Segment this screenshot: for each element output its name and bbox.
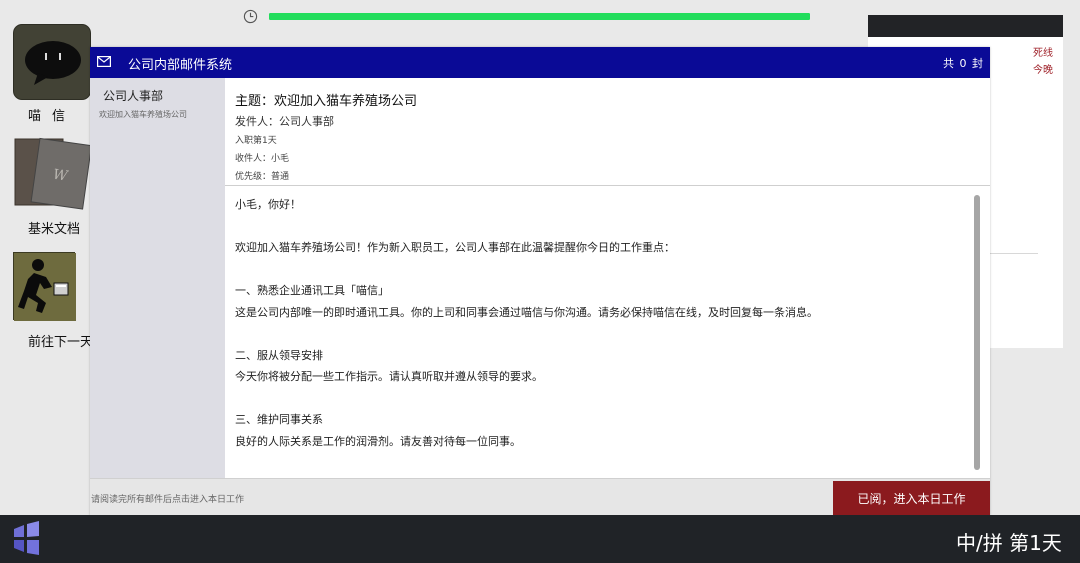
mail-count: 共 0 封 [943, 57, 984, 70]
mail-body-line: 良好的人际关系是工作的润滑剂。请友善对待每一位同事。 [235, 434, 521, 448]
divider [990, 253, 1038, 254]
documents-icon: W [13, 136, 93, 210]
taskbar: 中/拼 第1天 [0, 515, 1080, 563]
mail-header: 主题：欢迎加入猫车养殖场公司 发件人：公司人事部 入职第1天 收件人：小毛 优先… [225, 78, 990, 186]
day-indicator: 第1天 [1009, 531, 1062, 555]
mail-body-line [235, 326, 965, 348]
desktop-icon-label: 喵信 [28, 109, 77, 124]
mail-body-line [235, 262, 965, 284]
background-window-deadline: 死线 今晚 [1030, 45, 1056, 79]
mail-body-scrollbar[interactable] [974, 195, 980, 470]
deadline-value: 今晚 [1033, 65, 1053, 76]
mail-body-line: 这是公司内部唯一的即时通讯工具。你的上司和同事会通过喵信与你沟通。请务必保持喵信… [235, 305, 818, 319]
mail-footer-hint: 请阅读完所有邮件后点击进入本日工作 [91, 495, 245, 505]
mail-body-line: 三、维护同事关系 [235, 413, 323, 426]
enter-workday-button[interactable]: 已阅，进入本日工作 [833, 481, 990, 517]
desktop-icon-jimi-docs[interactable]: W 基米文档 [13, 136, 93, 237]
clock-icon [243, 9, 258, 24]
mail-from: 发件人：公司人事部 [235, 115, 334, 128]
timer-progress-fill [269, 13, 810, 20]
mail-list-item[interactable]: 公司人事部 欢迎加入猫车养殖场公司 [90, 78, 225, 128]
mail-body-line: 二、服从领导安排 [235, 348, 323, 362]
timer-progress-bar [269, 13, 810, 20]
mail-body-line [235, 391, 965, 413]
mail-list-preview: 欢迎加入猫车养殖场公司 [99, 110, 187, 119]
mail-body-content: 小毛，你好！ 欢迎加入猫车养殖场公司！作为新入职员工，公司人事部在此温馨提醒你今日… [235, 197, 965, 455]
envelope-icon [97, 56, 111, 67]
mail-list-sender: 公司人事部 [103, 89, 164, 103]
desktop-icon-miaoxin[interactable]: 喵信 [13, 24, 91, 134]
ime-indicator[interactable]: 中/拼 [956, 531, 1003, 555]
mail-body-line: 欢迎加入猫车养殖场公司！作为新入职员工，公司人事部在此温馨提醒你今日的工作重点： [235, 241, 675, 254]
start-menu-icon[interactable] [10, 521, 42, 555]
desktop-icon-label: 基米文档 [28, 222, 81, 237]
desktop-icon-next-day[interactable]: 前往下一天 [13, 252, 94, 350]
mail-window-title: 公司内部邮件系统 [128, 58, 233, 73]
mail-window: 公司内部邮件系统 共 0 封 公司人事部 欢迎加入猫车养殖场公司 主题：欢迎加入… [90, 47, 990, 517]
background-window-titlebar[interactable] [868, 15, 1063, 37]
mail-body[interactable]: 小毛，你好！ 欢迎加入猫车养殖场公司！作为新入职员工，公司人事部在此温馨提醒你今日… [225, 187, 990, 478]
chat-bubble-icon [13, 24, 91, 100]
mail-body-line: 小毛，你好！ [235, 198, 301, 211]
desktop-icon-label: 前往下一天 [28, 335, 94, 350]
mail-footer: 请阅读完所有邮件后点击进入本日工作 已阅，进入本日工作 [90, 478, 990, 517]
deadline-label: 死线 [1033, 48, 1053, 59]
mail-body-line: 一、熟悉企业通讯工具「喵信」 [235, 284, 389, 297]
mail-window-titlebar[interactable]: 公司内部邮件系统 共 0 封 [90, 47, 990, 78]
mail-list: 公司人事部 欢迎加入猫车养殖场公司 [90, 78, 225, 478]
mail-body-line [235, 219, 965, 241]
mail-date: 入职第1天 [235, 136, 277, 146]
mail-subject: 主题：欢迎加入猫车养殖场公司 [235, 94, 418, 109]
running-man-exit-icon [13, 252, 76, 321]
mail-recipient: 收件人：小毛 [235, 154, 290, 164]
ime-and-day-indicator: 中/拼 第1天 [956, 527, 1062, 556]
mail-priority: 优先级：普通 [235, 172, 290, 182]
mail-body-scrollbar-thumb[interactable] [974, 195, 980, 470]
mail-body-line: 今天你将被分配一些工作指示。请认真听取并遵从领导的要求。 [235, 370, 543, 383]
